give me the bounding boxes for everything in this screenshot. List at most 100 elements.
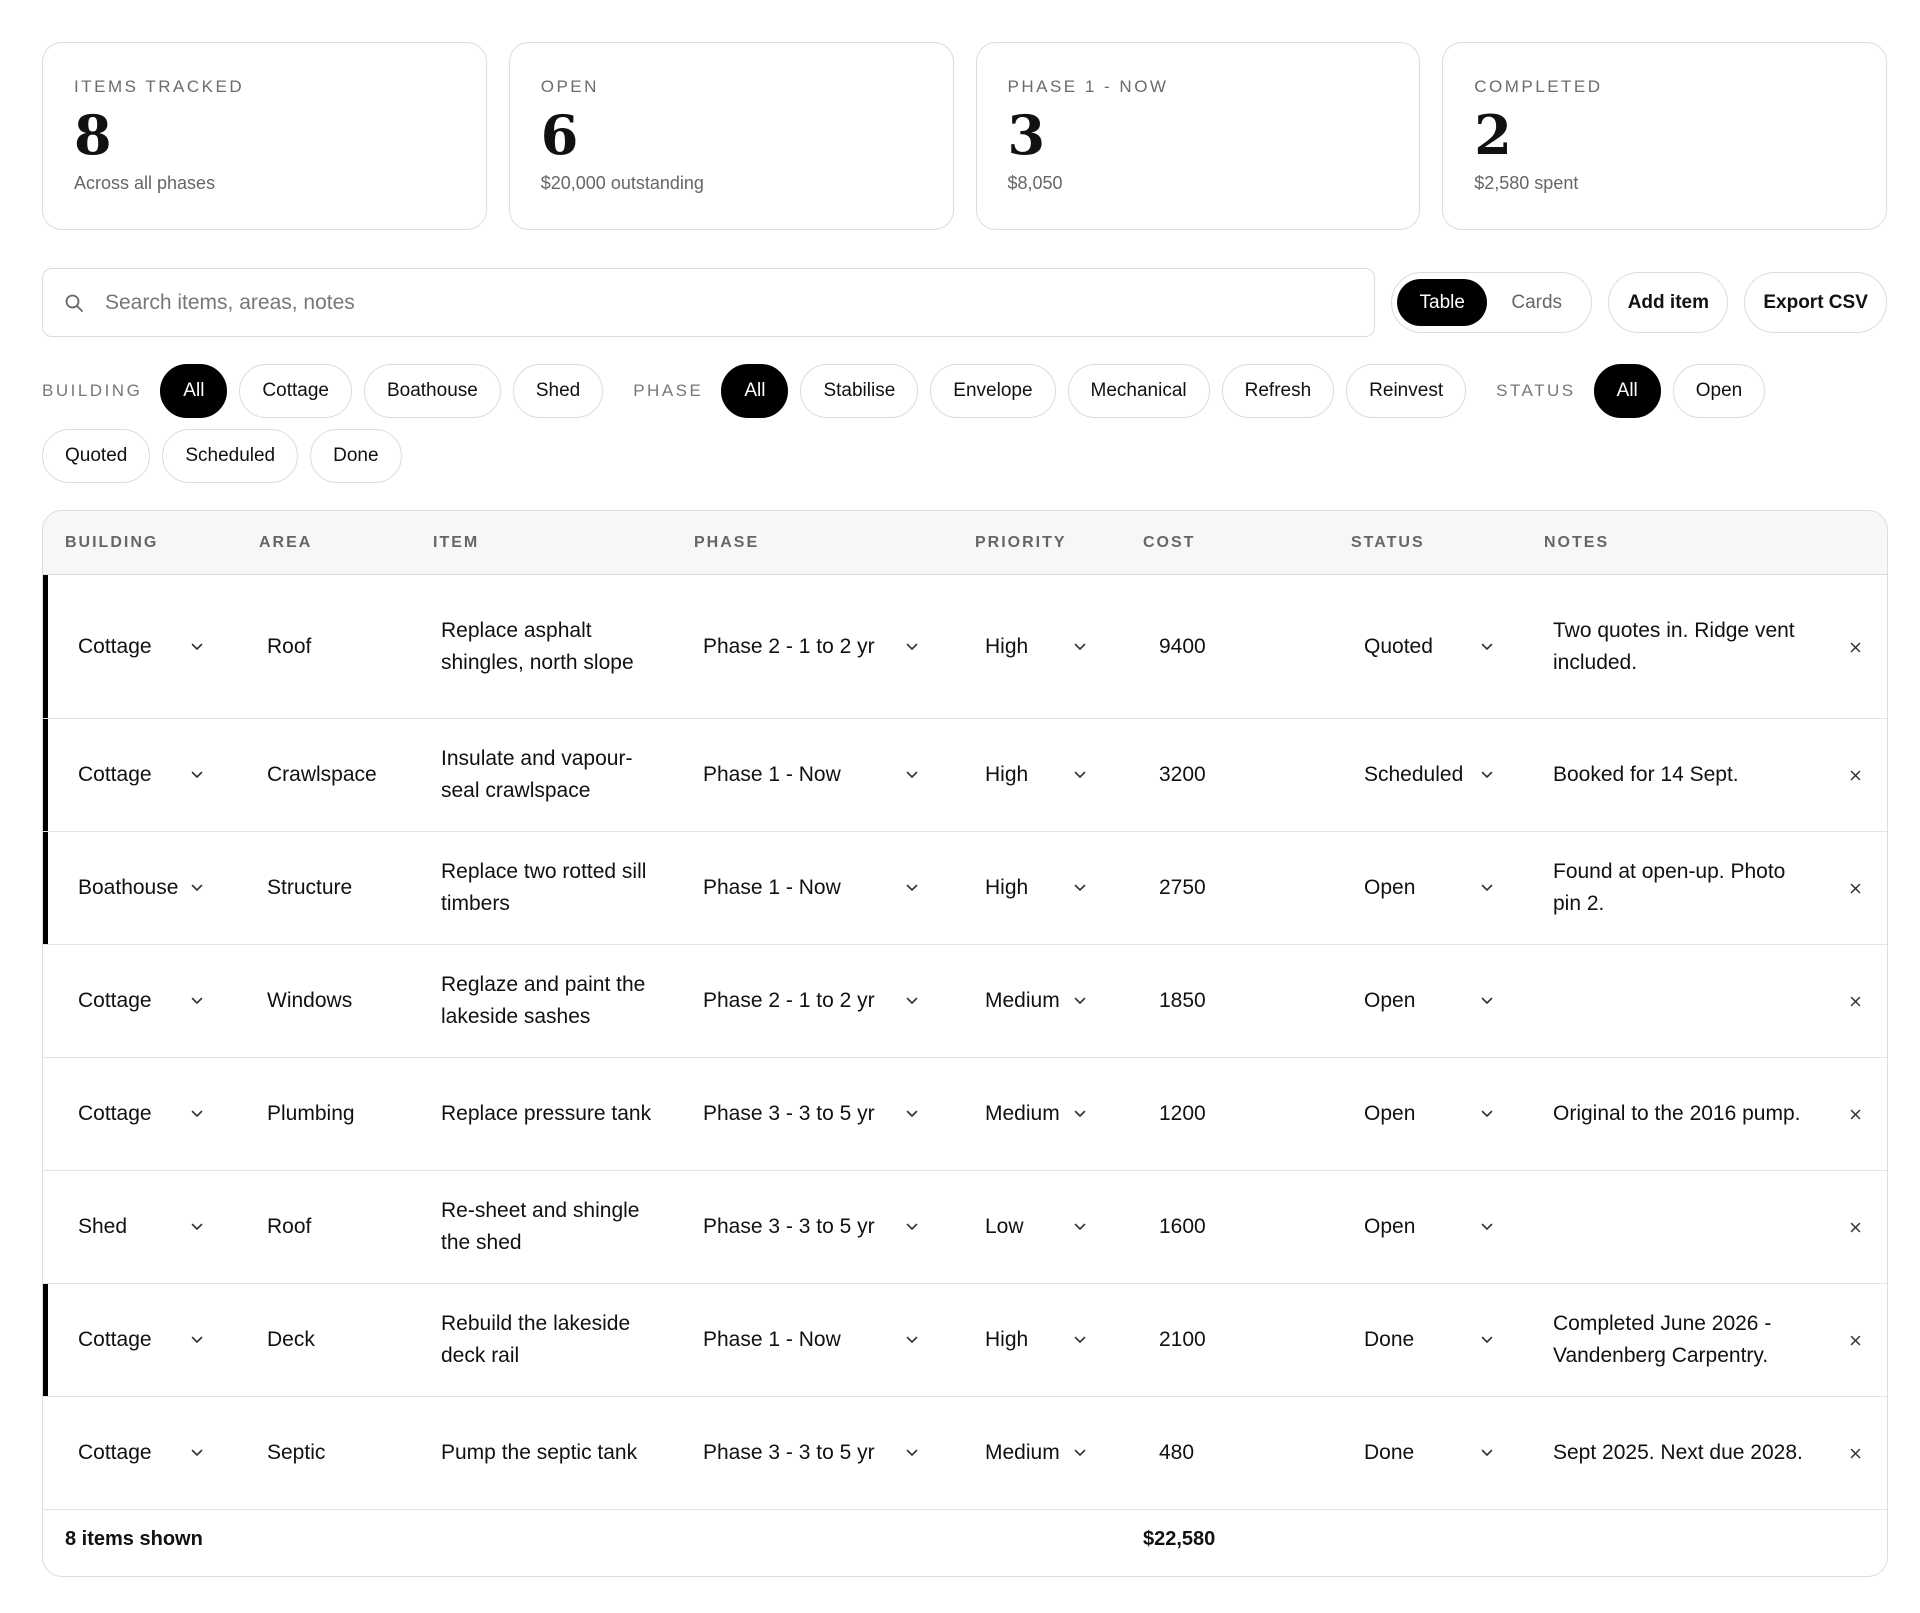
status-select[interactable]: Open: [1364, 1058, 1494, 1170]
filter-chip-building-boathouse[interactable]: Boathouse: [363, 364, 501, 418]
area-cell[interactable]: Plumbing: [267, 1058, 417, 1170]
filter-chip-phase-all[interactable]: All: [721, 364, 789, 418]
filter-chip-status-all[interactable]: All: [1593, 364, 1661, 418]
item-cell[interactable]: Replace two rotted sill timbers: [441, 832, 656, 944]
building-select[interactable]: Cottage: [78, 575, 204, 718]
priority-select[interactable]: Medium: [985, 1397, 1087, 1509]
status-select[interactable]: Done: [1364, 1284, 1494, 1396]
notes-cell[interactable]: Original to the 2016 pump.: [1553, 1058, 1803, 1170]
remove-row-button[interactable]: [1850, 1058, 1861, 1170]
cost-cell[interactable]: 480: [1159, 1397, 1319, 1509]
remove-row-button[interactable]: [1850, 719, 1861, 831]
view-toggle-cards[interactable]: Cards: [1487, 279, 1586, 326]
area-cell[interactable]: Roof: [267, 575, 417, 718]
remove-row-button[interactable]: [1850, 945, 1861, 1057]
filter-chip-status-quoted[interactable]: Quoted: [42, 429, 151, 483]
filter-chip-status-done[interactable]: Done: [310, 429, 402, 483]
filter-chip-status-open[interactable]: Open: [1672, 364, 1766, 418]
filter-chip-phase-stabilise[interactable]: Stabilise: [800, 364, 919, 418]
remove-row-button[interactable]: [1850, 1171, 1861, 1283]
filter-chip-status-scheduled[interactable]: Scheduled: [162, 429, 299, 483]
status-select[interactable]: Quoted: [1364, 575, 1494, 718]
remove-row-button[interactable]: [1850, 575, 1861, 718]
priority-select[interactable]: Medium: [985, 945, 1087, 1057]
remove-row-button[interactable]: [1850, 1284, 1861, 1396]
notes-cell[interactable]: Completed June 2026 - Vandenberg Carpent…: [1553, 1284, 1803, 1396]
priority-select[interactable]: High: [985, 832, 1087, 944]
phase-select[interactable]: Phase 3 - 3 to 5 yr: [703, 1397, 919, 1509]
item-cell[interactable]: Re-sheet and shingle the shed: [441, 1171, 656, 1283]
filter-chip-phase-reinvest[interactable]: Reinvest: [1346, 364, 1467, 418]
phase-select[interactable]: Phase 3 - 3 to 5 yr: [703, 1171, 919, 1283]
phase-select[interactable]: Phase 2 - 1 to 2 yr: [703, 575, 919, 718]
item-cell[interactable]: Insulate and vapour-seal crawlspace: [441, 719, 656, 831]
phase-select[interactable]: Phase 1 - Now: [703, 832, 919, 944]
column-header-cost[interactable]: COST: [1143, 511, 1195, 575]
notes-cell[interactable]: Booked for 14 Sept.: [1553, 719, 1803, 831]
notes-cell[interactable]: Sept 2025. Next due 2028.: [1553, 1397, 1803, 1509]
priority-select[interactable]: Medium: [985, 1058, 1087, 1170]
phase-select[interactable]: Phase 1 - Now: [703, 1284, 919, 1396]
phase-select[interactable]: Phase 3 - 3 to 5 yr: [703, 1058, 919, 1170]
column-header-notes[interactable]: NOTES: [1544, 511, 1609, 575]
filter-chip-phase-mechanical[interactable]: Mechanical: [1067, 364, 1210, 418]
cost-cell[interactable]: 2100: [1159, 1284, 1319, 1396]
status-select[interactable]: Open: [1364, 1171, 1494, 1283]
cost-cell[interactable]: 9400: [1159, 575, 1319, 718]
cost-cell[interactable]: 2750: [1159, 832, 1319, 944]
notes-cell[interactable]: Two quotes in. Ridge vent included.: [1553, 575, 1803, 718]
column-header-building[interactable]: BUILDING: [65, 511, 158, 575]
item-cell[interactable]: Pump the septic tank: [441, 1397, 656, 1509]
column-header-phase[interactable]: PHASE: [694, 511, 759, 575]
status-select[interactable]: Open: [1364, 945, 1494, 1057]
phase-select[interactable]: Phase 1 - Now: [703, 719, 919, 831]
building-select[interactable]: Shed: [78, 1171, 204, 1283]
priority-select[interactable]: Low: [985, 1171, 1087, 1283]
area-cell[interactable]: Structure: [267, 832, 417, 944]
priority-select[interactable]: High: [985, 719, 1087, 831]
area-cell[interactable]: Crawlspace: [267, 719, 417, 831]
filter-chip-building-cottage[interactable]: Cottage: [239, 364, 352, 418]
item-cell[interactable]: Rebuild the lakeside deck rail: [441, 1284, 656, 1396]
notes-cell[interactable]: Found at open-up. Photo pin 2.: [1553, 832, 1803, 944]
filter-chip-building-shed[interactable]: Shed: [512, 364, 604, 418]
cost-cell[interactable]: 3200: [1159, 719, 1319, 831]
column-header-area[interactable]: AREA: [259, 511, 312, 575]
cost-cell[interactable]: 1600: [1159, 1171, 1319, 1283]
priority-select[interactable]: High: [985, 575, 1087, 718]
status-select[interactable]: Open: [1364, 832, 1494, 944]
area-cell[interactable]: Windows: [267, 945, 417, 1057]
building-select[interactable]: Cottage: [78, 1397, 204, 1509]
search-box[interactable]: [42, 268, 1376, 337]
status-select[interactable]: Scheduled: [1364, 719, 1494, 831]
building-select[interactable]: Cottage: [78, 1284, 204, 1396]
item-cell[interactable]: Replace pressure tank: [441, 1058, 656, 1170]
column-header-status[interactable]: STATUS: [1351, 511, 1425, 575]
add-item-button[interactable]: Add item: [1608, 272, 1729, 333]
remove-row-button[interactable]: [1850, 1397, 1861, 1509]
column-header-priority[interactable]: PRIORITY: [975, 511, 1067, 575]
phase-select[interactable]: Phase 2 - 1 to 2 yr: [703, 945, 919, 1057]
view-toggle-table[interactable]: Table: [1397, 279, 1487, 326]
status-select[interactable]: Done: [1364, 1397, 1494, 1509]
notes-cell[interactable]: [1553, 1171, 1803, 1283]
item-cell[interactable]: Replace asphalt shingles, north slope: [441, 575, 656, 718]
priority-select[interactable]: High: [985, 1284, 1087, 1396]
area-cell[interactable]: Septic: [267, 1397, 417, 1509]
area-cell[interactable]: Deck: [267, 1284, 417, 1396]
area-cell[interactable]: Roof: [267, 1171, 417, 1283]
cost-cell[interactable]: 1200: [1159, 1058, 1319, 1170]
filter-chip-phase-envelope[interactable]: Envelope: [930, 364, 1056, 418]
search-input[interactable]: [103, 289, 1303, 316]
notes-cell[interactable]: [1553, 945, 1803, 1057]
building-select[interactable]: Cottage: [78, 945, 204, 1057]
filter-chip-phase-refresh[interactable]: Refresh: [1221, 364, 1335, 418]
cost-cell[interactable]: 1850: [1159, 945, 1319, 1057]
remove-row-button[interactable]: [1850, 832, 1861, 944]
building-select[interactable]: Boathouse: [78, 832, 204, 944]
column-header-item[interactable]: ITEM: [433, 511, 479, 575]
building-select[interactable]: Cottage: [78, 719, 204, 831]
building-select[interactable]: Cottage: [78, 1058, 204, 1170]
item-cell[interactable]: Reglaze and paint the lakeside sashes: [441, 945, 656, 1057]
export-csv-button[interactable]: Export CSV: [1744, 272, 1887, 333]
